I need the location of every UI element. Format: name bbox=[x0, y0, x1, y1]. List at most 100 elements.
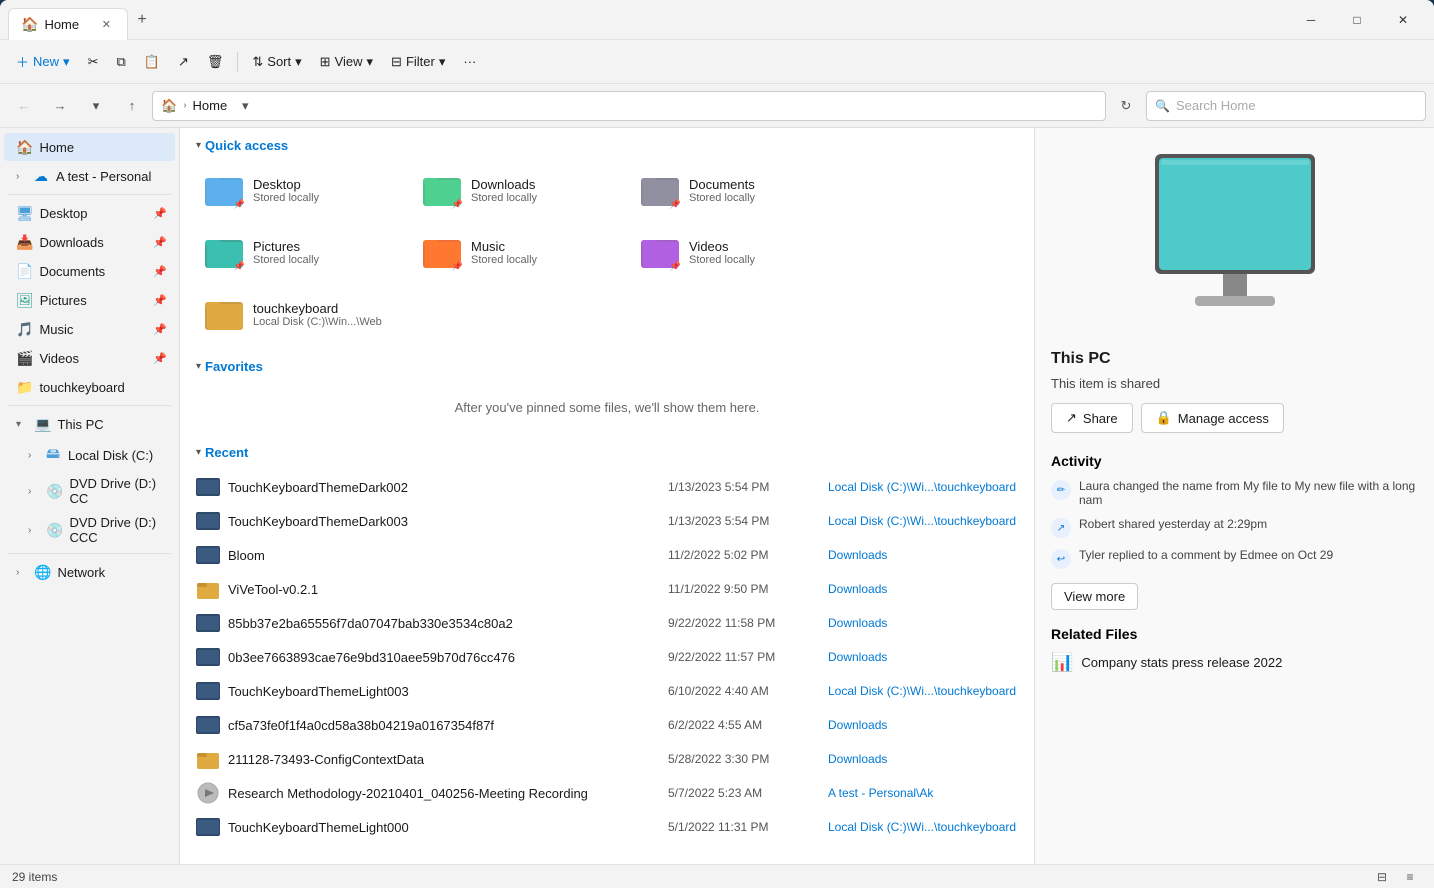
recent-date-9: 5/7/2022 5:23 AM bbox=[668, 786, 828, 800]
sidebar-home-label: Home bbox=[39, 140, 167, 155]
delete-button[interactable]: 🗑 bbox=[199, 50, 232, 74]
sidebar-item-pictures[interactable]: 🖼 Pictures 📌 bbox=[4, 286, 175, 314]
sort-label: Sort bbox=[267, 54, 291, 69]
sort-button[interactable]: ⇅ Sort ▾ bbox=[244, 50, 309, 74]
statusbar: 29 items ⊟ ≡ bbox=[0, 864, 1434, 888]
maximize-button[interactable]: □ bbox=[1334, 4, 1380, 36]
grid-view-toggle[interactable]: ⊟ bbox=[1370, 867, 1394, 887]
address-input[interactable]: 🏠 › Home ▾ bbox=[152, 91, 1106, 121]
recent-item-3[interactable]: ViVeTool-v0.2.1 11/1/2022 9:50 PM Downlo… bbox=[180, 572, 1034, 606]
folder-tile-documents[interactable]: 📌 Documents Stored locally bbox=[632, 163, 842, 217]
sidebar-item-onedrive[interactable]: › ☁ A test - Personal bbox=[4, 162, 175, 190]
more-icon: ··· bbox=[463, 54, 476, 69]
manage-access-button[interactable]: 🔒 Manage access bbox=[1141, 403, 1284, 433]
address-dropdown-button[interactable]: ▾ bbox=[231, 92, 259, 120]
filter-chevron-icon: ▾ bbox=[439, 54, 446, 70]
sidebar-item-home[interactable]: 🏠 Home bbox=[4, 133, 175, 161]
videos-folder-icon-wrapper: 📌 bbox=[641, 232, 681, 272]
folder-tile-desktop[interactable]: 📌 Desktop Stored locally bbox=[196, 163, 406, 217]
filter-button[interactable]: ⊟ Filter ▾ bbox=[383, 50, 453, 74]
recent-file-icon-1 bbox=[196, 509, 220, 533]
pictures-icon: 🖼 bbox=[16, 292, 34, 309]
pictures-folder-info: Pictures Stored locally bbox=[253, 239, 319, 266]
share-button-icon: ↗ bbox=[1066, 410, 1077, 426]
related-item-0[interactable]: 📊 Company stats press release 2022 bbox=[1051, 652, 1418, 673]
home-tab[interactable]: 🏠 Home ✕ bbox=[8, 8, 128, 40]
desktop-pin-icon: 📌 bbox=[153, 207, 167, 220]
close-button[interactable]: ✕ bbox=[1380, 4, 1426, 36]
folder-tile-pictures[interactable]: 📌 Pictures Stored locally bbox=[196, 225, 406, 279]
recent-item-0[interactable]: TouchKeyboardThemeDark002 1/13/2023 5:54… bbox=[180, 470, 1034, 504]
pc-monitor-svg bbox=[1135, 144, 1335, 334]
paste-button[interactable]: 📋 bbox=[136, 50, 168, 74]
new-button[interactable]: ＋ New ▾ bbox=[8, 48, 78, 75]
recent-item-6[interactable]: TouchKeyboardThemeLight003 6/10/2022 4:4… bbox=[180, 674, 1034, 708]
pc-title: This PC bbox=[1051, 350, 1418, 368]
recent-item-10[interactable]: TouchKeyboardThemeLight000 5/1/2022 11:3… bbox=[180, 810, 1034, 844]
recent-file-icon-0 bbox=[196, 475, 220, 499]
sidebar-item-documents[interactable]: 📄 Documents 📌 bbox=[4, 257, 175, 285]
recent-item-7[interactable]: cf5a73fe0f1f4a0cd58a38b04219a0167354f87f… bbox=[180, 708, 1034, 742]
sidebar-item-network[interactable]: › 🌐 Network bbox=[4, 558, 175, 586]
recent-locations-button[interactable]: ▾ bbox=[80, 90, 112, 122]
documents-folder-name: Documents bbox=[689, 177, 755, 192]
music-folder-info: Music Stored locally bbox=[471, 239, 537, 266]
sidebar-item-downloads[interactable]: 📥 Downloads 📌 bbox=[4, 228, 175, 256]
recent-item-1[interactable]: TouchKeyboardThemeDark003 1/13/2023 5:54… bbox=[180, 504, 1034, 538]
tab-close-button[interactable]: ✕ bbox=[98, 16, 115, 33]
up-button[interactable]: ↑ bbox=[116, 90, 148, 122]
activity-title: Activity bbox=[1051, 453, 1418, 469]
touchkeyboard-folder-info: touchkeyboard Local Disk (C:)\Win...\Web bbox=[253, 301, 382, 328]
folder-tile-music[interactable]: 📌 Music Stored locally bbox=[414, 225, 624, 279]
address-home-icon: 🏠 bbox=[161, 98, 177, 114]
share-toolbar-button[interactable]: ↗ bbox=[170, 50, 197, 74]
refresh-button[interactable]: ↻ bbox=[1110, 90, 1142, 122]
copy-button[interactable]: ⧉ bbox=[108, 50, 133, 74]
recent-name-4: 85bb37e2ba65556f7da07047bab330e3534c80a2 bbox=[228, 616, 668, 631]
sidebar-item-desktop[interactable]: 🖥 Desktop 📌 bbox=[4, 199, 175, 227]
sidebar-item-local-disk[interactable]: › 🖴 Local Disk (C:) bbox=[4, 439, 175, 471]
sidebar-item-dvd-ccc[interactable]: › 💿 DVD Drive (D:) CCC bbox=[4, 511, 175, 549]
sidebar-item-music[interactable]: 🎵 Music 📌 bbox=[4, 315, 175, 343]
search-box[interactable]: 🔍 Search Home bbox=[1146, 91, 1426, 121]
folder-tile-downloads[interactable]: 📌 Downloads Stored locally bbox=[414, 163, 624, 217]
recent-location-5: Downloads bbox=[828, 650, 1018, 664]
minimize-button[interactable]: ─ bbox=[1288, 4, 1334, 36]
cut-button[interactable]: ✂ bbox=[80, 50, 107, 74]
list-view-toggle[interactable]: ≡ bbox=[1398, 867, 1422, 887]
recent-location-10: Local Disk (C:)\Wi...\touchkeyboard bbox=[828, 820, 1018, 834]
forward-button[interactable]: → bbox=[44, 90, 76, 122]
touchkeyboard-folder-sub: Local Disk (C:)\Win...\Web bbox=[253, 316, 382, 328]
recent-item-5[interactable]: 0b3ee7663893cae76e9bd310aee59b70d76cc476… bbox=[180, 640, 1034, 674]
view-button[interactable]: ⊞ View ▾ bbox=[312, 50, 381, 74]
desktop-folder-sub: Stored locally bbox=[253, 192, 319, 204]
share-button[interactable]: ↗ Share bbox=[1051, 403, 1133, 433]
favorites-header[interactable]: ▾ Favorites bbox=[180, 349, 1034, 380]
network-icon: 🌐 bbox=[34, 564, 51, 581]
back-button[interactable]: ← bbox=[8, 90, 40, 122]
touchkeyboard-icon: 📁 bbox=[16, 379, 33, 396]
sidebar-item-videos[interactable]: 🎬 Videos 📌 bbox=[4, 344, 175, 372]
toolbar-separator bbox=[237, 52, 238, 72]
recent-date-6: 6/10/2022 4:40 AM bbox=[668, 684, 828, 698]
recent-item-8[interactable]: 211128-73493-ConfigContextData 5/28/2022… bbox=[180, 742, 1034, 776]
folder-tile-touchkeyboard[interactable]: touchkeyboard Local Disk (C:)\Win...\Web bbox=[196, 287, 406, 341]
more-button[interactable]: ··· bbox=[455, 50, 484, 73]
touchkeyboard-label: touchkeyboard bbox=[39, 380, 167, 395]
sidebar-item-dvd-cc[interactable]: › 💿 DVD Drive (D:) CC bbox=[4, 472, 175, 510]
activity-item-2: ↩ Tyler replied to a comment by Edmee on… bbox=[1051, 548, 1418, 569]
folder-tile-videos[interactable]: 📌 Videos Stored locally bbox=[632, 225, 842, 279]
new-tab-button[interactable]: + bbox=[128, 6, 156, 34]
recent-header[interactable]: ▾ Recent bbox=[180, 435, 1034, 466]
quick-access-header[interactable]: ▾ Quick access bbox=[180, 128, 1034, 159]
activity-text-2: Tyler replied to a comment by Edmee on O… bbox=[1079, 548, 1418, 562]
sidebar-item-touchkeyboard[interactable]: 📁 touchkeyboard bbox=[4, 373, 175, 401]
pictures-label: Pictures bbox=[40, 293, 148, 308]
sidebar-item-thispc[interactable]: ▾ 💻 This PC bbox=[4, 410, 175, 438]
related-file-icon-0: 📊 bbox=[1051, 652, 1073, 673]
recent-item-9[interactable]: Research Methodology-20210401_040256-Mee… bbox=[180, 776, 1034, 810]
recent-date-8: 5/28/2022 3:30 PM bbox=[668, 752, 828, 766]
view-more-button[interactable]: View more bbox=[1051, 583, 1138, 610]
recent-item-4[interactable]: 85bb37e2ba65556f7da07047bab330e3534c80a2… bbox=[180, 606, 1034, 640]
recent-item-2[interactable]: Bloom 11/2/2022 5:02 PM Downloads bbox=[180, 538, 1034, 572]
